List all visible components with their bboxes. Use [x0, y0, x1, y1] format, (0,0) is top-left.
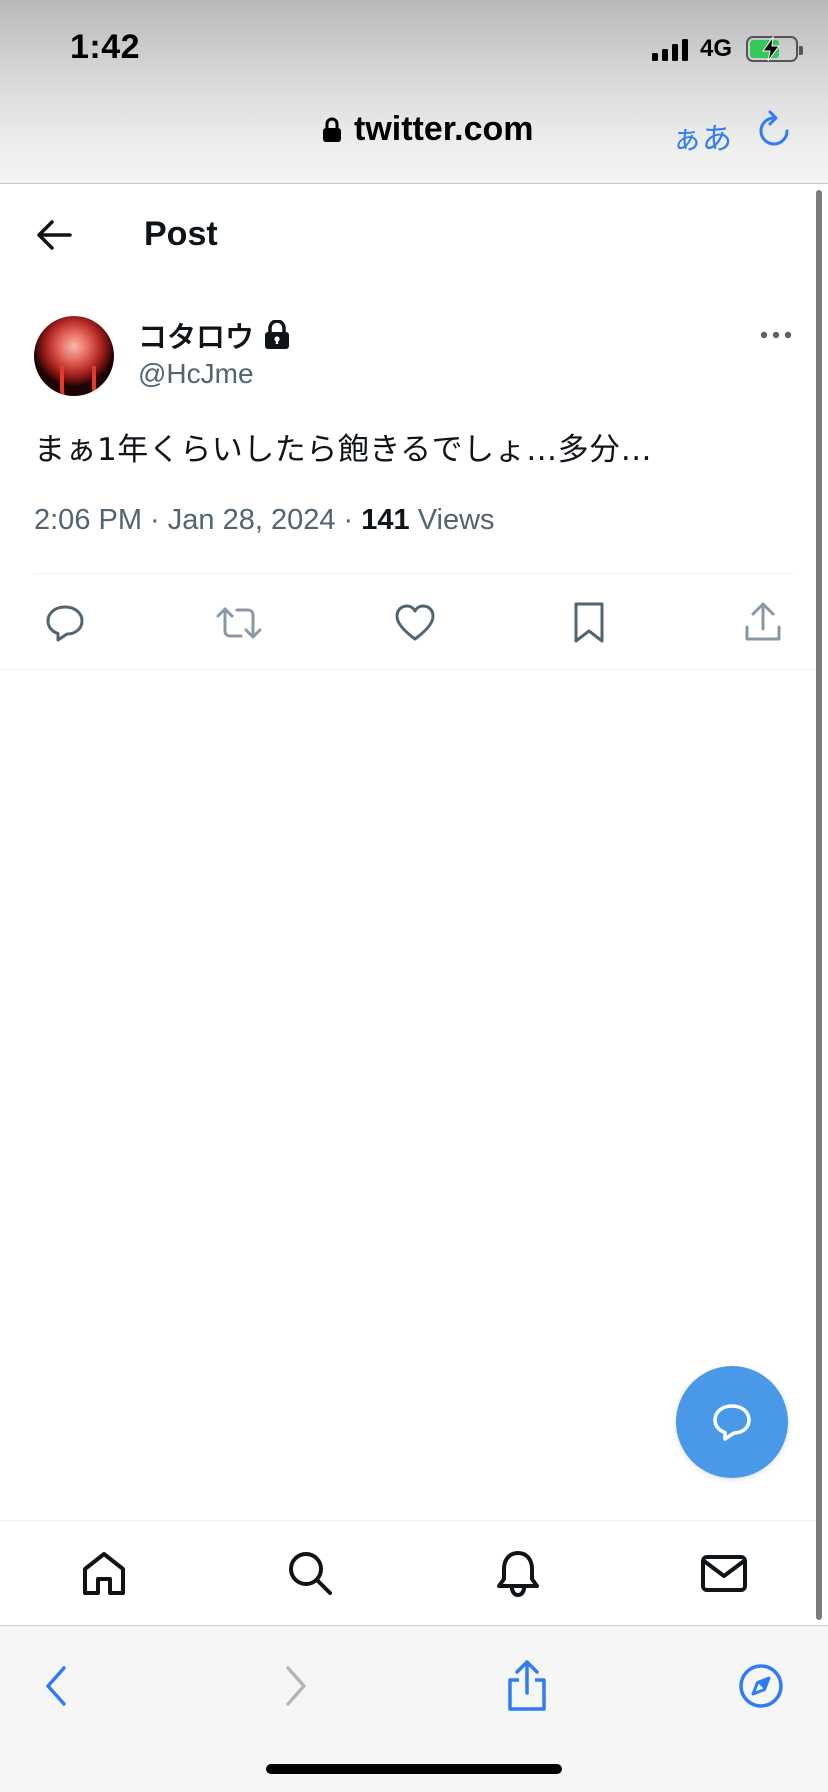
browser-back-button[interactable]: [32, 1656, 82, 1716]
share-icon: [508, 1660, 546, 1711]
notifications-icon: [497, 1551, 539, 1597]
views-label: Views: [409, 504, 495, 536]
messages-icon: [701, 1555, 747, 1592]
reload-button[interactable]: [756, 110, 792, 155]
post-text: まぁ1年くらいしたら飽きるでしょ…多分…: [34, 432, 653, 468]
charging-bolt-icon: [762, 36, 780, 62]
bottom-nav: [0, 1520, 816, 1624]
reload-icon: [759, 110, 789, 146]
network-type: 4G: [699, 35, 732, 62]
like-icon: [395, 604, 435, 641]
retweet-icon: [216, 607, 262, 639]
reply-icon: [46, 605, 84, 642]
scrollbar[interactable]: [816, 190, 822, 1620]
like-button[interactable]: [388, 596, 442, 650]
more-options-button[interactable]: [756, 322, 796, 348]
bookmark-button[interactable]: [562, 596, 616, 650]
url-text: twitter.com: [354, 110, 534, 148]
lock-icon: [323, 117, 341, 142]
bookmark-icon: [574, 602, 604, 643]
author-handle[interactable]: @HcJme: [138, 358, 254, 390]
compose-reply-button[interactable]: [676, 1366, 788, 1478]
page-title: Post: [144, 215, 218, 253]
back-arrow-icon: [37, 220, 72, 250]
author-name-row[interactable]: コタロウ: [138, 314, 290, 356]
author-name[interactable]: コタロウ: [138, 314, 254, 356]
home-indicator[interactable]: [266, 1764, 562, 1774]
views-count[interactable]: 141: [361, 504, 409, 536]
nav-home[interactable]: [78, 1547, 130, 1599]
back-button[interactable]: [34, 217, 74, 253]
protected-lock-icon: [265, 320, 290, 349]
share-icon: [745, 602, 781, 641]
post-header: Post: [0, 185, 828, 285]
browser-compass-button[interactable]: [736, 1656, 786, 1716]
divider: [34, 573, 794, 574]
status-icons: 4G: [651, 34, 803, 64]
nav-search[interactable]: [284, 1547, 336, 1599]
nav-notifications[interactable]: [492, 1547, 544, 1599]
retweet-button[interactable]: [212, 596, 266, 650]
chevron-left-icon: [46, 1666, 66, 1706]
address-bar[interactable]: twitter.com: [322, 110, 533, 149]
browser-top-chrome: 1:42 4G twitter.com ぁあ: [0, 0, 828, 184]
more-icon: [760, 331, 792, 339]
signal-icon: [651, 37, 688, 61]
compass-icon: [739, 1664, 783, 1708]
chevron-right-icon: [286, 1666, 306, 1706]
status-time: 1:42: [70, 28, 141, 66]
battery-icon: [746, 36, 803, 62]
browser-forward-button[interactable]: [270, 1656, 320, 1716]
nav-messages[interactable]: [698, 1547, 750, 1599]
home-icon: [83, 1552, 125, 1595]
post-timestamp[interactable]: 2:06 PM · Jan 28, 2024 ·: [34, 504, 361, 536]
text-size-button[interactable]: ぁあ: [672, 114, 732, 158]
avatar[interactable]: [34, 316, 114, 396]
browser-share-button[interactable]: [502, 1656, 552, 1716]
divider: [0, 669, 816, 670]
post-meta: 2:06 PM · Jan 28, 2024 · 141 Views: [34, 504, 495, 537]
post-actions: [0, 596, 828, 650]
share-button[interactable]: [736, 596, 790, 650]
compose-reply-icon: [713, 1404, 751, 1441]
search-icon: [289, 1552, 332, 1595]
reply-button[interactable]: [38, 596, 92, 650]
